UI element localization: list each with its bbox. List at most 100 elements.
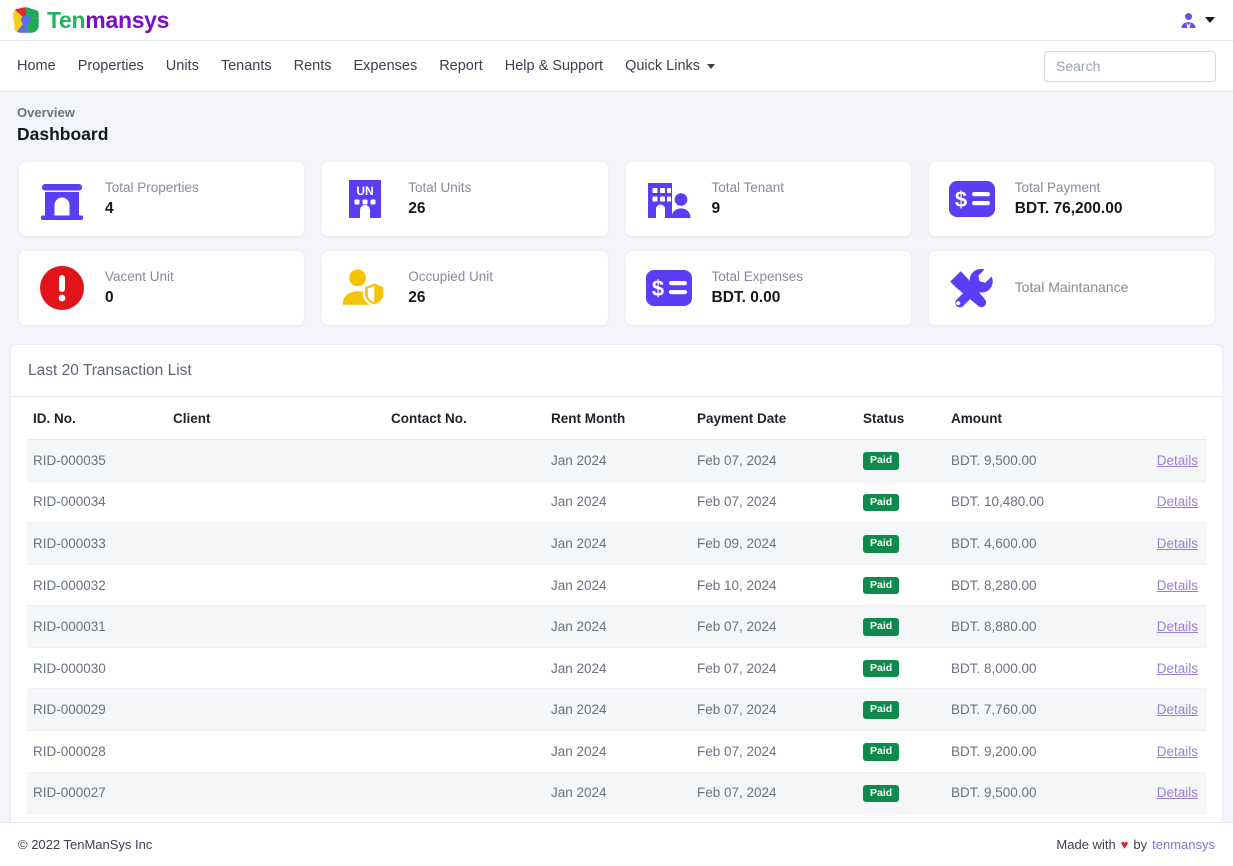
details-link[interactable]: Details bbox=[1157, 536, 1198, 551]
stat-card-cell: $ Total Expenses BDT. 0.00 bbox=[617, 250, 920, 339]
brand-name: Tenmansys bbox=[47, 8, 169, 32]
user-avatar-icon[interactable] bbox=[1179, 11, 1198, 30]
nav-item-quick-links[interactable]: Quick Links bbox=[614, 52, 726, 80]
nav-item-tenants[interactable]: Tenants bbox=[210, 52, 283, 80]
stat-card-occupied-unit[interactable]: Occupied Unit 26 bbox=[321, 250, 609, 327]
cell-rent-month: Jan 2024 bbox=[545, 481, 691, 524]
transactions-panel-wrap: Last 20 Transaction List ID. No. Client … bbox=[0, 339, 1233, 834]
chevron-down-icon bbox=[707, 63, 716, 69]
status-badge: Paid bbox=[863, 576, 900, 595]
nav-item-home[interactable]: Home bbox=[17, 52, 67, 80]
stat-body: Total Payment BDT. 76,200.00 bbox=[1015, 178, 1123, 220]
cell-payment-date: Feb 07, 2024 bbox=[691, 481, 857, 524]
stat-body: Total Properties 4 bbox=[105, 178, 199, 220]
stat-card-cell: Vacent Unit 0 bbox=[10, 250, 313, 339]
status-badge: Paid bbox=[863, 493, 900, 512]
cell-contact bbox=[385, 688, 545, 731]
cell-rent-month: Jan 2024 bbox=[545, 730, 691, 773]
nav-item-report[interactable]: Report bbox=[428, 52, 494, 80]
cell-contact bbox=[385, 439, 545, 482]
column-header-amount[interactable]: Amount bbox=[945, 397, 1135, 441]
table-row: RID-000032 Jan 2024 Feb 10, 2024 Paid BDT. 8… bbox=[27, 564, 1206, 607]
cell-contact bbox=[385, 481, 545, 524]
cell-client bbox=[167, 439, 385, 482]
column-header-payment-date[interactable]: Payment Date bbox=[691, 397, 857, 441]
cell-amount: BDT. 4,600.00 bbox=[945, 522, 1135, 565]
stat-card-cell: Occupied Unit 26 bbox=[313, 250, 616, 339]
search-input[interactable] bbox=[1044, 50, 1216, 82]
stat-body: Total Tenant 9 bbox=[712, 178, 785, 220]
logo-bar: Tenmansys bbox=[0, 0, 1233, 41]
column-header-status[interactable]: Status bbox=[857, 397, 945, 441]
stat-label: Total Expenses bbox=[711, 269, 804, 285]
stat-card-total-expenses[interactable]: $ Total Expenses BDT. 0.00 bbox=[624, 250, 912, 327]
nav-item-expenses[interactable]: Expenses bbox=[343, 52, 429, 80]
stat-card-cell: $ Total Payment BDT. 76,200.00 bbox=[920, 161, 1223, 250]
cell-amount: BDT. 8,000.00 bbox=[945, 647, 1135, 690]
details-link[interactable]: Details bbox=[1157, 702, 1198, 717]
details-link[interactable]: Details bbox=[1157, 661, 1198, 676]
status-badge: Paid bbox=[863, 742, 900, 761]
nav-item-quick-links-label: Quick Links bbox=[625, 58, 701, 74]
stat-card-cell: Total Properties 4 bbox=[10, 161, 313, 250]
table-row: RID-000031 Jan 2024 Feb 07, 2024 Paid BDT. 8… bbox=[27, 605, 1206, 648]
cell-payment-date: Feb 07, 2024 bbox=[691, 647, 857, 690]
stat-card-total-tenant[interactable]: Total Tenant 9 bbox=[624, 161, 912, 238]
cell-rent-month: Jan 2024 bbox=[545, 688, 691, 731]
footer-copyright: © 2022 TenManSys Inc bbox=[18, 837, 153, 852]
details-link[interactable]: Details bbox=[1157, 494, 1198, 509]
cell-client bbox=[167, 522, 385, 565]
arch-building-icon bbox=[36, 173, 88, 225]
cell-status: Paid bbox=[857, 647, 945, 690]
page-footer: © 2022 TenManSys Inc Made with ♥ by tenm… bbox=[0, 822, 1233, 866]
transactions-panel-title: Last 20 Transaction List bbox=[11, 345, 1222, 398]
footer-brand-link[interactable]: tenmansys bbox=[1152, 837, 1215, 852]
stat-body: Total Maintanance bbox=[1015, 277, 1129, 299]
status-badge: Paid bbox=[863, 452, 900, 470]
user-menu[interactable] bbox=[1179, 11, 1215, 30]
stat-label: Total Units bbox=[408, 180, 472, 196]
details-link[interactable]: Details bbox=[1157, 785, 1198, 800]
cell-status: Paid bbox=[857, 564, 945, 607]
brand[interactable]: Tenmansys bbox=[12, 6, 169, 34]
table-header-row: ID. No. Client Contact No. Rent Month Pa… bbox=[27, 397, 1206, 441]
details-link[interactable]: Details bbox=[1157, 619, 1198, 634]
column-header-client[interactable]: Client bbox=[167, 397, 385, 441]
cell-id: RID-000035 bbox=[27, 439, 167, 482]
footer-by-label: by bbox=[1133, 837, 1148, 852]
cell-payment-date: Feb 07, 2024 bbox=[691, 772, 857, 815]
cell-payment-date: Feb 07, 2024 bbox=[691, 439, 857, 482]
stat-card-total-properties[interactable]: Total Properties 4 bbox=[18, 161, 306, 238]
stat-card-vacant-unit[interactable]: Vacent Unit 0 bbox=[18, 250, 306, 327]
unit-building-icon: UN bbox=[339, 173, 391, 225]
table-row: RID-000034 Jan 2024 Feb 07, 2024 Paid BDT. 1… bbox=[27, 481, 1206, 524]
cell-client bbox=[167, 772, 385, 815]
nav-item-rents[interactable]: Rents bbox=[283, 52, 343, 80]
details-link[interactable]: Details bbox=[1157, 744, 1198, 759]
nav-item-properties[interactable]: Properties bbox=[67, 52, 155, 80]
details-link[interactable]: Details bbox=[1157, 578, 1198, 593]
table-row: RID-000035 Jan 2024 Feb 07, 2024 Paid BDT. 9… bbox=[27, 439, 1206, 482]
nav-item-units[interactable]: Units bbox=[155, 52, 210, 80]
pie-logo-icon bbox=[12, 6, 40, 34]
cell-payment-date: Feb 07, 2024 bbox=[691, 688, 857, 731]
person-shield-icon bbox=[339, 262, 391, 314]
transactions-table: ID. No. Client Contact No. Rent Month Pa… bbox=[27, 397, 1206, 815]
cell-client bbox=[167, 605, 385, 648]
stat-card-total-maintenance[interactable]: Total Maintanance bbox=[927, 250, 1215, 327]
cell-client bbox=[167, 688, 385, 731]
column-header-contact[interactable]: Contact No. bbox=[385, 397, 545, 441]
table-row: RID-000030 Jan 2024 Feb 07, 2024 Paid BDT. 8… bbox=[27, 647, 1206, 690]
status-badge: Paid bbox=[863, 701, 900, 719]
chevron-down-icon[interactable] bbox=[1205, 17, 1215, 23]
stat-card-total-payment[interactable]: $ Total Payment BDT. 76,200.00 bbox=[927, 161, 1215, 238]
details-link[interactable]: Details bbox=[1157, 453, 1198, 468]
cell-id: RID-000032 bbox=[27, 564, 167, 607]
cell-payment-date: Feb 07, 2024 bbox=[691, 605, 857, 648]
column-header-id[interactable]: ID. No. bbox=[27, 397, 167, 441]
cell-status: Paid bbox=[857, 772, 945, 815]
column-header-rent-month[interactable]: Rent Month bbox=[545, 397, 691, 441]
nav-item-help-support[interactable]: Help & Support bbox=[494, 52, 614, 80]
stat-card-total-units[interactable]: UN Total Units 26 bbox=[321, 161, 609, 238]
cell-client bbox=[167, 647, 385, 690]
